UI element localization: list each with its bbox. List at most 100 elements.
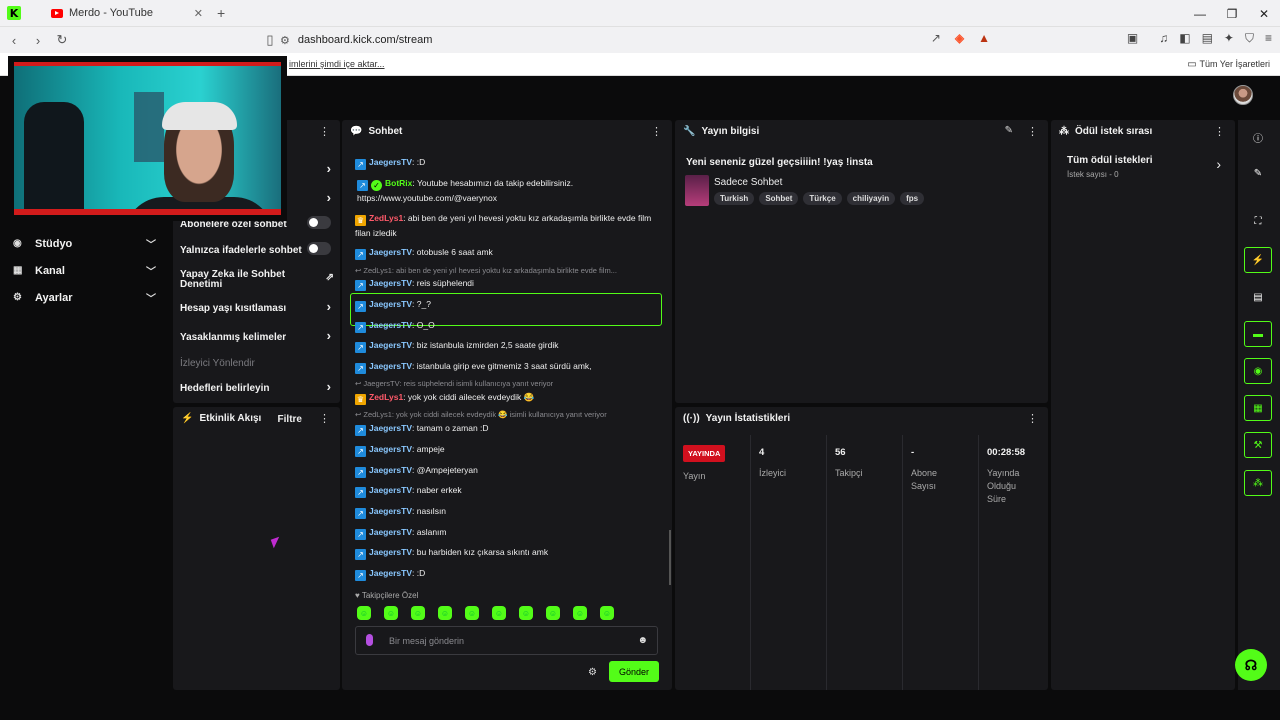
chat-username[interactable]: JaegersTV xyxy=(369,485,412,495)
emote-icon[interactable]: ☺ xyxy=(438,606,452,620)
emote-icon[interactable]: ☺ xyxy=(465,606,479,620)
more-icon[interactable]: ⋮ xyxy=(319,125,330,138)
nav-settings[interactable]: ⚙ Ayarlar ﹀ xyxy=(0,284,170,311)
info-icon[interactable]: ⓘ xyxy=(1244,124,1272,150)
account-age-setting[interactable]: Hesap yaşı kısıtlaması › xyxy=(180,300,335,314)
chat-message[interactable]: ↗ JaegersTV: biz istanbula izmirden 2,5 s… xyxy=(355,338,663,353)
emote-icon[interactable]: ☺ xyxy=(573,606,587,620)
chat-message[interactable]: ↗ JaegersTV: ampeje xyxy=(355,442,663,457)
chat-username[interactable]: JaegersTV xyxy=(369,361,412,371)
chat-username[interactable]: JaegersTV xyxy=(369,299,412,309)
help-icon[interactable]: ☊ xyxy=(1235,649,1267,681)
site-info-icon[interactable]: ⚙ xyxy=(280,34,290,47)
toggle-switch[interactable] xyxy=(307,242,331,255)
pencil-icon[interactable]: ✎ xyxy=(1244,160,1272,186)
emote-icon[interactable]: ☺ xyxy=(411,606,425,620)
wallet-icon[interactable]: ▤ xyxy=(1202,31,1213,46)
new-tab-button[interactable]: + xyxy=(217,5,225,21)
music-icon[interactable]: ♫ xyxy=(1159,31,1168,46)
chat-input[interactable]: Bir mesaj gönderin ☻ xyxy=(355,626,658,655)
emote-only-toggle[interactable]: Yalnızca ifadelerle sohbet xyxy=(180,242,335,256)
chat-username[interactable]: JaegersTV xyxy=(369,506,412,516)
chat-username[interactable]: JaegersTV xyxy=(369,247,412,257)
chat-message[interactable]: ↗ JaegersTV: reis süphelendi xyxy=(355,276,663,291)
close-tab-icon[interactable]: ✕ xyxy=(194,7,203,20)
chat-message[interactable]: ↗ JaegersTV: bu harbiden kız çıkarsa sıkı… xyxy=(355,545,663,560)
chat-message[interactable]: ↗ JaegersTV: :D xyxy=(355,566,663,581)
chat-username[interactable]: ZedLys1 xyxy=(369,392,403,402)
vpn-icon[interactable]: ⛉ xyxy=(1245,31,1254,46)
rewards-triangle-icon[interactable]: ▲ xyxy=(978,31,990,45)
chat-username[interactable]: JaegersTV xyxy=(369,320,412,330)
filter-button[interactable]: Filtre xyxy=(278,414,302,425)
more-icon[interactable]: ⋮ xyxy=(1027,125,1038,138)
share-icon[interactable]: ↗ xyxy=(931,31,941,45)
microphone-icon[interactable] xyxy=(366,634,373,646)
chat-message[interactable]: ↗ JaegersTV: :D xyxy=(355,155,663,170)
all-reward-requests[interactable]: Tüm ödül istekleri xyxy=(1067,155,1153,166)
emoji-icon[interactable]: ☻ xyxy=(637,635,648,646)
chat-message[interactable]: ↗ JaegersTV: naber erkek xyxy=(355,483,663,498)
forward-icon[interactable]: › xyxy=(28,33,48,48)
chat-message[interactable]: ♛ ZedLys1: yok yok ciddi ailecek evdeydik… xyxy=(355,390,663,405)
chat-message[interactable]: ↗ JaegersTV: ?_? xyxy=(355,297,663,312)
reload-icon[interactable]: ↻ xyxy=(52,32,72,48)
chat-message[interactable]: ↗ JaegersTV: O_O xyxy=(355,318,663,333)
goals-setting[interactable]: Hedefleri belirleyin › xyxy=(180,380,335,394)
chat-username[interactable]: JaegersTV xyxy=(369,568,412,578)
avatar[interactable] xyxy=(1233,85,1253,105)
chat-message[interactable]: ↗ JaegersTV: tamam o zaman :D xyxy=(355,421,663,436)
chat-username[interactable]: JaegersTV xyxy=(369,278,412,288)
broadcast-icon[interactable]: ◉ xyxy=(1244,358,1272,384)
bookmark-icon[interactable]: ▯ xyxy=(260,32,280,48)
emote-icon[interactable]: ☺ xyxy=(600,606,614,620)
chat-message[interactable]: ↗ JaegersTV: otobusle 6 saat amk xyxy=(355,245,663,260)
menu-icon[interactable]: ≡ xyxy=(1265,31,1272,46)
nav-studio[interactable]: ◉ Stüdyo ﹀ xyxy=(0,230,170,257)
chat-message[interactable]: ↗ JaegersTV: @Ampejeteryan xyxy=(355,463,663,478)
chat-message[interactable]: ♛ ZedLys1: abi ben de yeni yıl hevesi yok… xyxy=(355,211,663,240)
subscriber-only-toggle[interactable]: Abonelere özel sohbet xyxy=(180,216,335,230)
ai-icon[interactable]: ✦ xyxy=(1224,31,1234,46)
chat-username[interactable]: JaegersTV xyxy=(369,157,412,167)
chat-message[interactable]: ↗ ✓ BotRix: Youtube hesabımızı da takip ed… xyxy=(357,176,657,205)
fullscreen-icon[interactable]: ⛶ xyxy=(1244,208,1272,234)
restore-icon[interactable]: ❐ xyxy=(1216,0,1248,27)
emote-icon[interactable]: ☺ xyxy=(384,606,398,620)
browser-tab[interactable]: Merdo - YouTube ✕ xyxy=(41,0,213,27)
emote-icon[interactable]: ☺ xyxy=(546,606,560,620)
brave-shield-icon[interactable]: ◈ xyxy=(955,31,964,45)
minimize-icon[interactable]: — xyxy=(1184,0,1216,27)
chat-username[interactable]: JaegersTV xyxy=(369,423,412,433)
bolt-icon[interactable]: ⚡ xyxy=(1244,247,1272,273)
more-icon[interactable]: ⋮ xyxy=(319,412,330,425)
rewards-icon[interactable]: ⁂ xyxy=(1244,470,1272,496)
emote-icon[interactable]: ☺ xyxy=(357,606,371,620)
window-close-icon[interactable]: ✕ xyxy=(1248,0,1280,27)
chat-message[interactable]: ↗ JaegersTV: istanbula girip eve gitmemiz… xyxy=(355,359,663,374)
kick-tab-icon[interactable]: K xyxy=(7,6,21,20)
banned-words-setting[interactable]: Yasaklanmış kelimeler › xyxy=(180,329,335,343)
layout-icon[interactable]: ▦ xyxy=(1244,395,1272,421)
ai-moderation-link[interactable]: Yapay Zeka ile Sohbet Denetimi ⇗ xyxy=(180,270,334,290)
chevron-right-icon[interactable]: › xyxy=(1216,156,1221,172)
chat-message[interactable]: ↗ JaegersTV: nasılsın xyxy=(355,504,663,519)
chat-username[interactable]: JaegersTV xyxy=(369,340,412,350)
chat-settings-icon[interactable]: ⚙ xyxy=(588,667,597,678)
chat-link[interactable]: https://www.youtube.com/@vaerynox xyxy=(357,193,497,203)
more-icon[interactable]: ⋮ xyxy=(1027,412,1038,425)
toggle-switch[interactable] xyxy=(307,216,331,229)
send-button[interactable]: Gönder xyxy=(609,661,659,682)
emote-icon[interactable]: ☺ xyxy=(519,606,533,620)
emote-icon[interactable]: ☺ xyxy=(492,606,506,620)
chat-username[interactable]: JaegersTV xyxy=(369,547,412,557)
chat-username[interactable]: BotRix xyxy=(385,178,412,188)
chat-icon[interactable]: ▬ xyxy=(1244,321,1272,347)
more-icon[interactable]: ⋮ xyxy=(1214,125,1225,138)
more-icon[interactable]: ⋮ xyxy=(651,125,662,138)
chat-username[interactable]: JaegersTV xyxy=(369,527,412,537)
chat-message[interactable]: ↗ JaegersTV: aslanım xyxy=(355,525,663,540)
nav-channel[interactable]: ▦ Kanal ﹀ xyxy=(0,257,170,284)
back-icon[interactable]: ‹ xyxy=(4,33,24,48)
sidebar-panel-icon[interactable]: ▣ xyxy=(1127,31,1138,46)
